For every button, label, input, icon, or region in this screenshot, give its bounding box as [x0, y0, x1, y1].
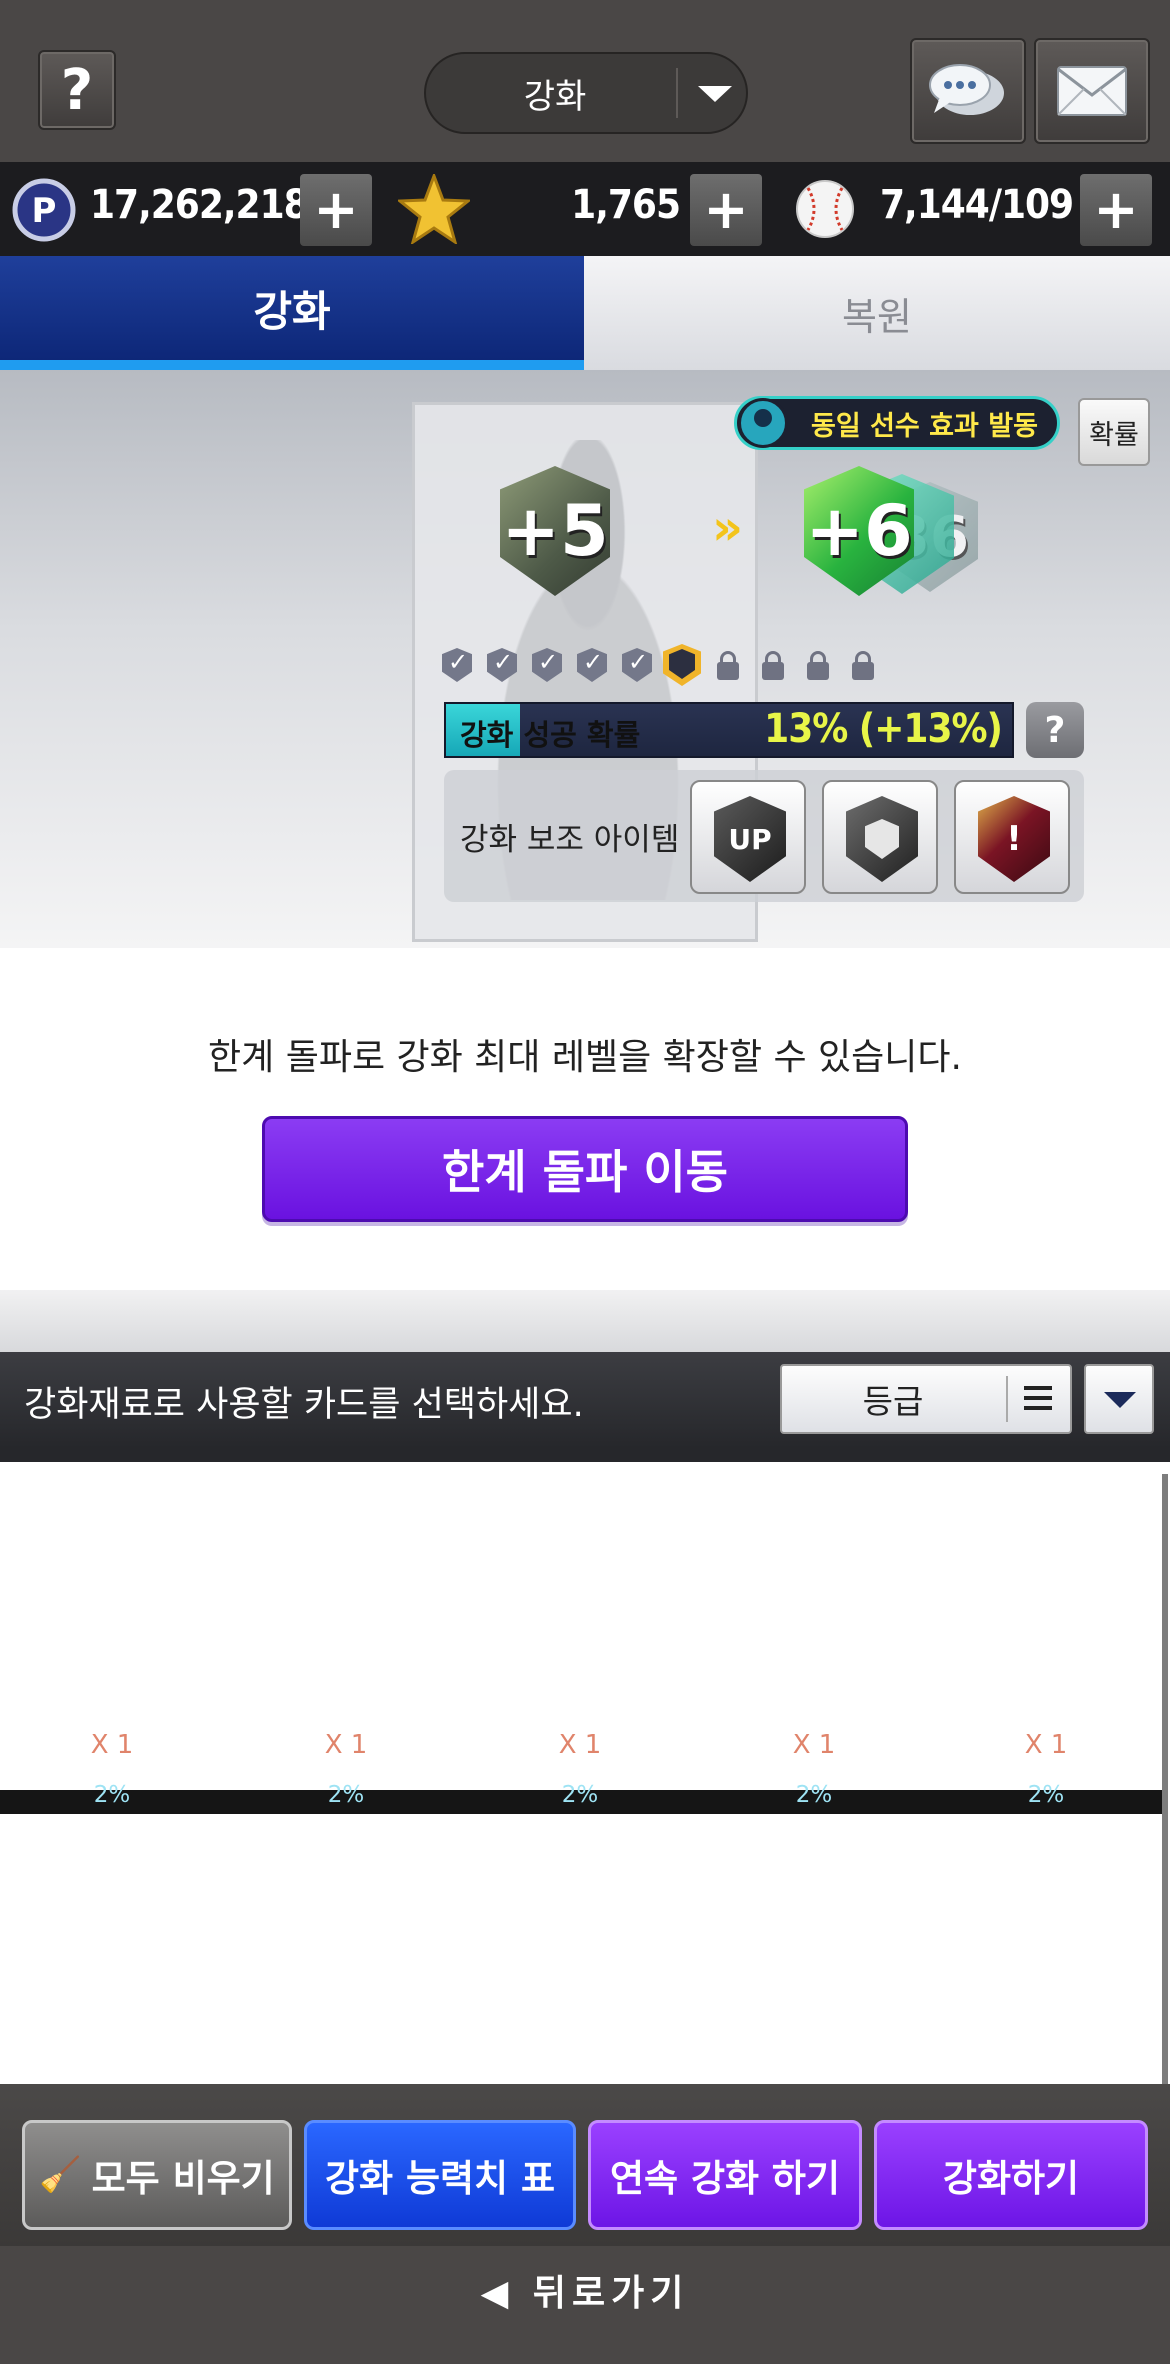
- success-rate-value: 13% (+13%): [764, 706, 1003, 752]
- card-count: X 1: [1024, 1730, 1068, 1760]
- card-rate: 2%: [1027, 1782, 1065, 1808]
- divider: [676, 68, 678, 118]
- tab-restore[interactable]: 복원: [584, 256, 1170, 370]
- card-rate: 2%: [561, 1782, 599, 1808]
- chat-button[interactable]: [910, 38, 1026, 144]
- material-instruction: 강화재료로 사용할 카드를 선택하세요.: [24, 1385, 584, 1425]
- help-button[interactable]: ?: [38, 50, 116, 130]
- aux-item-up[interactable]: UP: [690, 780, 806, 894]
- stats-table-button[interactable]: 강화 능력치 표: [304, 2120, 576, 2230]
- slot-current-icon: [663, 644, 701, 686]
- list-icon: [1024, 1386, 1052, 1410]
- mode-select[interactable]: 강화: [424, 52, 748, 134]
- continuous-upgrade-button[interactable]: 연속 강화 하기: [588, 2120, 862, 2230]
- divider: [0, 1448, 1170, 1462]
- points-value: 17,262,218: [90, 182, 309, 228]
- slot-lock-icon: [804, 650, 832, 682]
- card-count: X 1: [90, 1730, 134, 1760]
- chevron-down-icon: [698, 86, 732, 102]
- probability-button[interactable]: 확률: [1078, 398, 1150, 466]
- card-count: X 1: [792, 1730, 836, 1760]
- svg-text:P: P: [32, 191, 57, 231]
- clear-all-label: 모두 비우기: [91, 2157, 275, 2200]
- footer-bar: ◀ 뒤로가기: [0, 2246, 1170, 2364]
- slot-check-icon: [532, 648, 562, 682]
- sort-label: 등급: [862, 1382, 924, 1421]
- warning-shield-icon: !: [978, 796, 1050, 882]
- card-rate: 2%: [93, 1782, 131, 1808]
- card-count: X 1: [558, 1730, 602, 1760]
- aux-item-warning[interactable]: !: [954, 780, 1070, 894]
- aux-items-label: 강화 보조 아이템: [460, 822, 680, 858]
- success-rate-label: 강화 성공 확률: [460, 718, 641, 752]
- slot-check-icon: [622, 648, 652, 682]
- card-count: X 1: [324, 1730, 368, 1760]
- divider: [1006, 1376, 1008, 1422]
- tab-upgrade[interactable]: 강화: [0, 256, 584, 370]
- slot-check-icon: [487, 648, 517, 682]
- clear-all-button[interactable]: 🧹 모두 비우기: [22, 2120, 292, 2230]
- limit-break-button[interactable]: 한계 돌파 이동: [262, 1116, 908, 1222]
- limit-break-description: 한계 돌파로 강화 최대 레벨을 확장할 수 있습니다.: [208, 1037, 962, 1078]
- slot-check-icon: [577, 648, 607, 682]
- double-chevron-right-icon: »: [712, 500, 744, 556]
- slot-lock-icon: [759, 650, 787, 682]
- card-rate: 2%: [327, 1782, 365, 1808]
- aux-items-panel: 강화 보조 아이템 UP !: [444, 770, 1084, 902]
- mail-icon: [1057, 66, 1127, 116]
- material-card-list[interactable]: X 1 X 1 X 1 X 1 X 1 2% 2% 2% 2% 2%: [0, 1462, 1170, 2114]
- aux-item-guard[interactable]: [822, 780, 938, 894]
- slot-lock-icon: [714, 650, 742, 682]
- stars-value: 1,765: [571, 182, 681, 228]
- add-balls-button[interactable]: +: [1080, 174, 1152, 246]
- upgrade-button[interactable]: 강화하기: [874, 2120, 1148, 2230]
- add-points-button[interactable]: +: [300, 174, 372, 246]
- scrollbar[interactable]: [1162, 1474, 1168, 2114]
- guard-shield-icon: [846, 796, 918, 882]
- slot-check-icon: [442, 648, 472, 682]
- back-button[interactable]: ◀ 뒤로가기: [470, 2260, 700, 2320]
- star-icon: [398, 174, 470, 244]
- point-coin-icon: P: [12, 178, 76, 242]
- action-bar: 🧹 모두 비우기 강화 능력치 표 연속 강화 하기 강화하기: [0, 2084, 1170, 2246]
- add-stars-button[interactable]: +: [690, 174, 762, 246]
- material-select-bar: 강화재료로 사용할 카드를 선택하세요. 등급: [0, 1352, 1170, 1448]
- success-rate-help-button[interactable]: ?: [1026, 702, 1084, 758]
- mode-select-label: 강화: [523, 76, 587, 117]
- slot-lock-icon: [849, 650, 877, 682]
- chat-icon: [929, 64, 1004, 115]
- broom-icon: 🧹: [39, 2155, 82, 2195]
- success-rate-bar: 강화 성공 확률 13% (+13%): [444, 702, 1014, 758]
- baseball-icon: [796, 180, 854, 238]
- up-arrow-shield-icon: UP: [714, 796, 786, 882]
- sort-select[interactable]: 등급: [780, 1364, 1072, 1434]
- sort-direction-button[interactable]: [1084, 1364, 1154, 1434]
- balls-value: 7,144/109: [880, 182, 1074, 228]
- mail-button[interactable]: [1034, 38, 1150, 144]
- upgrade-panel: 동일 선수 효과 발동 확률 +5 » 36 +6 강화 성공 확률 13% (…: [0, 370, 1170, 948]
- player-icon: [738, 398, 788, 448]
- top-bar: ? 강화: [0, 0, 1170, 162]
- currency-bar: P 17,262,218 + 1,765 + 7,144/109 +: [0, 162, 1170, 256]
- card-rate: 2%: [795, 1782, 833, 1808]
- section-divider: [0, 1290, 1170, 1352]
